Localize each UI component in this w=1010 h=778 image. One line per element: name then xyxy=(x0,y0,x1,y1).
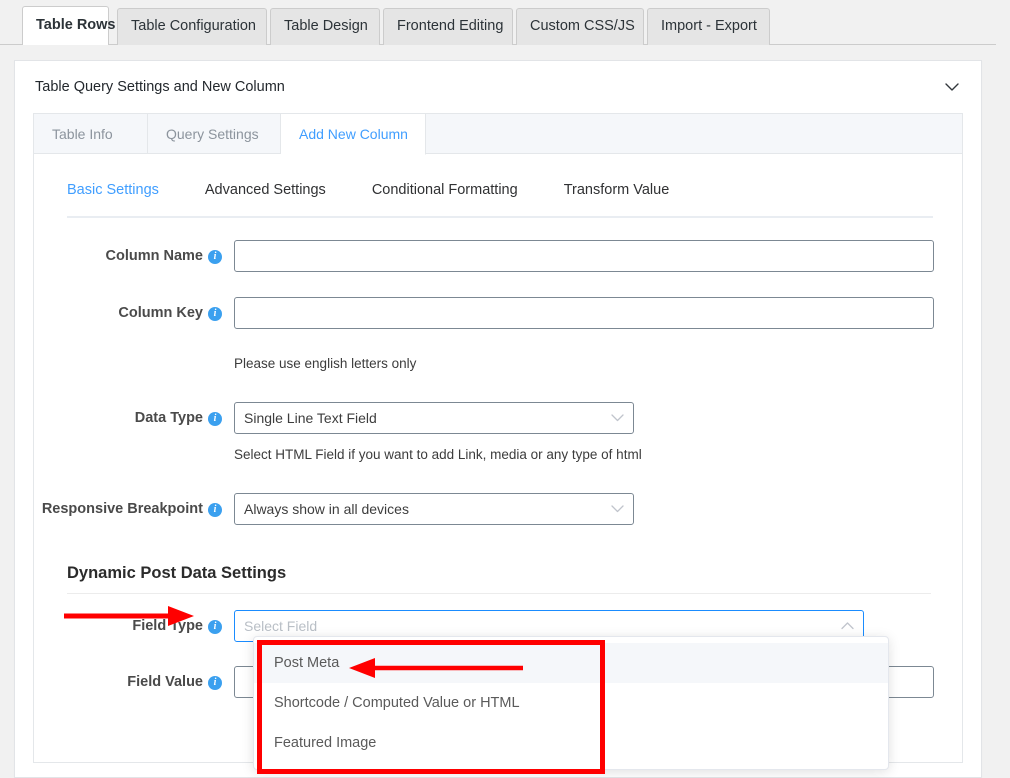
dropdown-option-featured-image-label: Featured Image xyxy=(274,735,376,751)
row-responsive-breakpoint: Responsive Breakpoint i Always show in al… xyxy=(34,492,964,526)
chevron-down-icon xyxy=(611,403,624,433)
field-type-label-text: Field Type xyxy=(132,618,203,634)
chevron-down-icon xyxy=(611,494,624,524)
subtab-table-info-label: Table Info xyxy=(52,126,113,142)
row-column-name: Column Name i xyxy=(34,239,964,273)
tab-custom-css-js[interactable]: Custom CSS/JS xyxy=(516,8,644,45)
column-name-label: Column Name i xyxy=(34,248,234,264)
tab-conditional-formatting[interactable]: Conditional Formatting xyxy=(372,182,518,211)
field-type-dropdown: Post Meta Shortcode / Computed Value or … xyxy=(253,636,889,770)
data-type-field: Single Line Text Field xyxy=(234,402,634,434)
field-value-label-text: Field Value xyxy=(127,674,203,690)
subtab-table-info[interactable]: Table Info xyxy=(34,114,148,154)
responsive-breakpoint-label: Responsive Breakpoint i xyxy=(34,501,234,517)
dropdown-option-post-meta[interactable]: Post Meta xyxy=(254,643,888,683)
tab-transform-value[interactable]: Transform Value xyxy=(564,182,670,211)
screen-root: Table Rows Table Configuration Table Des… xyxy=(0,0,1010,778)
responsive-breakpoint-select[interactable]: Always show in all devices xyxy=(234,493,634,525)
tab-frontend-editing[interactable]: Frontend Editing xyxy=(383,8,513,45)
row-column-key: Column Key i xyxy=(34,296,964,330)
data-type-label: Data Type i xyxy=(34,410,234,426)
info-icon[interactable]: i xyxy=(208,307,222,321)
subtab-filler xyxy=(426,114,962,154)
subtab-add-new-column[interactable]: Add New Column xyxy=(281,114,426,155)
basic-settings-form: Column Name i Column Key i xyxy=(34,224,964,699)
postbox-header[interactable]: Table Query Settings and New Column xyxy=(15,61,981,113)
tab-basic-settings-label: Basic Settings xyxy=(67,182,159,198)
tab-table-rows[interactable]: Table Rows xyxy=(22,6,109,45)
column-name-field xyxy=(234,240,934,272)
subtab-add-new-column-label: Add New Column xyxy=(299,126,408,142)
tab-table-configuration-label: Table Configuration xyxy=(131,18,256,34)
responsive-breakpoint-label-text: Responsive Breakpoint xyxy=(42,501,203,517)
column-name-input[interactable] xyxy=(234,240,934,272)
tab-frontend-editing-label: Frontend Editing xyxy=(397,18,503,34)
column-key-label: Column Key i xyxy=(34,305,234,321)
dropdown-option-shortcode[interactable]: Shortcode / Computed Value or HTML xyxy=(254,683,888,723)
tab-import-export[interactable]: Import - Export xyxy=(647,8,770,45)
tab-table-design-label: Table Design xyxy=(284,18,368,34)
data-type-helper: Select HTML Field if you want to add Lin… xyxy=(34,435,964,462)
tab-basic-settings[interactable]: Basic Settings xyxy=(67,182,159,211)
info-icon[interactable]: i xyxy=(208,620,222,634)
column-key-input[interactable] xyxy=(234,297,934,329)
responsive-breakpoint-field: Always show in all devices xyxy=(234,493,634,525)
subtab-query-settings-label: Query Settings xyxy=(166,126,259,142)
info-icon[interactable]: i xyxy=(208,503,222,517)
data-type-select[interactable]: Single Line Text Field xyxy=(234,402,634,434)
tab-transform-value-label: Transform Value xyxy=(564,182,670,198)
tab-custom-css-js-label: Custom CSS/JS xyxy=(530,18,635,34)
field-type-label: Field Type i xyxy=(34,618,234,634)
tab-advanced-settings[interactable]: Advanced Settings xyxy=(205,182,326,211)
responsive-breakpoint-selected-value: Always show in all devices xyxy=(244,501,409,517)
tab-table-design[interactable]: Table Design xyxy=(270,8,380,45)
dropdown-option-post-meta-label: Post Meta xyxy=(274,655,339,671)
card-subtab-bar: Table Info Query Settings Add New Column xyxy=(34,114,962,154)
settings-tab-bar: Basic Settings Advanced Settings Conditi… xyxy=(67,182,933,218)
column-key-field xyxy=(234,297,934,329)
info-icon[interactable]: i xyxy=(208,412,222,426)
tab-import-export-label: Import - Export xyxy=(661,18,757,34)
postbox-title: Table Query Settings and New Column xyxy=(35,79,285,95)
tab-table-configuration[interactable]: Table Configuration xyxy=(117,8,267,45)
field-value-label: Field Value i xyxy=(34,674,234,690)
tab-conditional-formatting-label: Conditional Formatting xyxy=(372,182,518,198)
tab-table-rows-label: Table Rows xyxy=(36,17,116,33)
data-type-label-text: Data Type xyxy=(135,410,203,426)
section-divider xyxy=(67,593,931,594)
tab-advanced-settings-label: Advanced Settings xyxy=(205,182,326,198)
info-icon[interactable]: i xyxy=(208,250,222,264)
data-type-selected-value: Single Line Text Field xyxy=(244,410,377,426)
chevron-down-icon[interactable] xyxy=(937,72,967,102)
dropdown-option-featured-image[interactable]: Featured Image xyxy=(254,723,888,763)
column-key-label-text: Column Key xyxy=(118,305,203,321)
row-data-type: Data Type i Single Line Text Field xyxy=(34,401,964,435)
dynamic-post-data-heading: Dynamic Post Data Settings xyxy=(34,564,964,583)
dropdown-option-shortcode-label: Shortcode / Computed Value or HTML xyxy=(274,695,520,711)
column-name-label-text: Column Name xyxy=(106,248,204,264)
info-icon[interactable]: i xyxy=(208,676,222,690)
subtab-query-settings[interactable]: Query Settings xyxy=(148,114,281,154)
wordpress-tab-bar: Table Rows Table Configuration Table Des… xyxy=(0,0,1010,45)
column-key-helper: Please use english letters only xyxy=(34,330,964,371)
field-type-placeholder: Select Field xyxy=(244,618,317,634)
